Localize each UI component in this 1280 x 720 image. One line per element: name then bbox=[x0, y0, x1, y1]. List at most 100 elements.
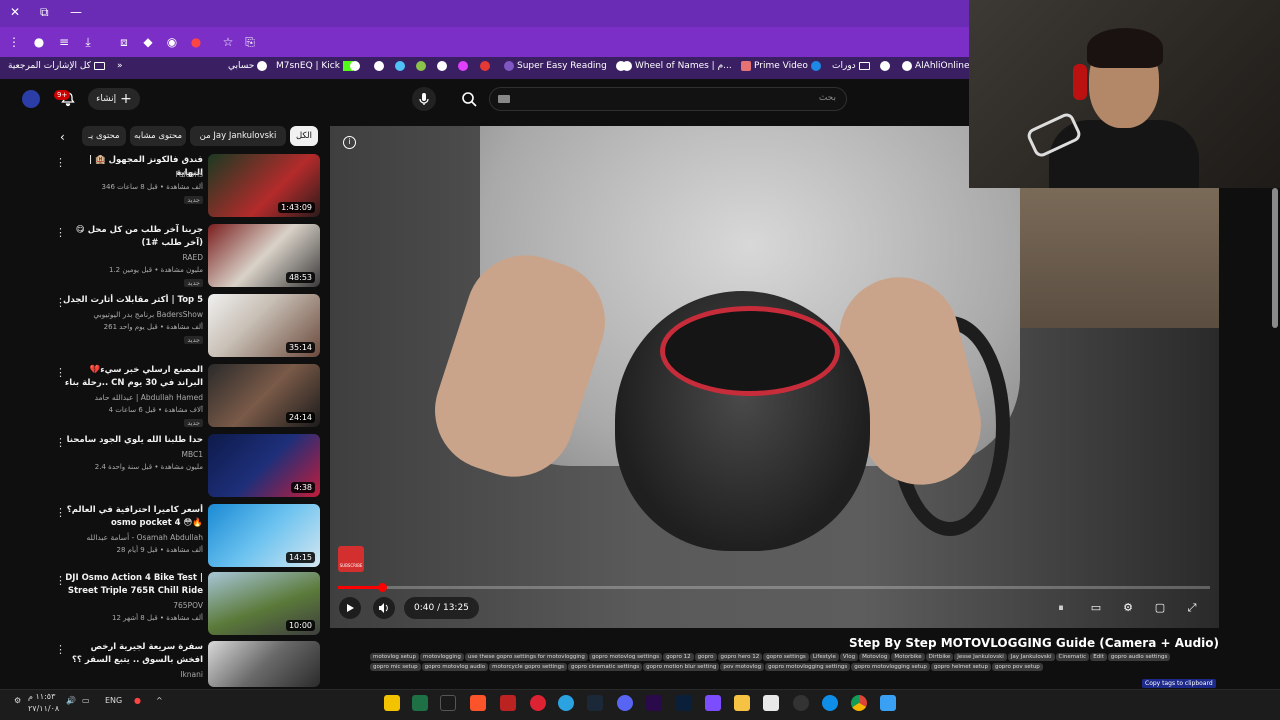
video-tag[interactable]: Dirtbike bbox=[925, 653, 954, 661]
chrome-icon[interactable] bbox=[851, 695, 867, 711]
video-tag[interactable]: gopro cinematic settings bbox=[568, 663, 643, 671]
scrollbar[interactable] bbox=[1272, 188, 1278, 328]
video-tag[interactable]: gopro 12 bbox=[663, 653, 694, 661]
fullscreen-icon[interactable]: ⤢ bbox=[1184, 600, 1200, 616]
bookmark-icon-only[interactable] bbox=[458, 61, 468, 71]
excel-icon[interactable] bbox=[412, 695, 428, 711]
restore-icon[interactable]: ⧉ bbox=[40, 5, 49, 20]
video-tag[interactable]: gopro motovlogging settings bbox=[765, 663, 851, 671]
video-tag[interactable]: gopro mic setup bbox=[370, 663, 421, 671]
play-button[interactable] bbox=[339, 597, 361, 619]
minimize-icon[interactable]: — bbox=[70, 5, 82, 19]
close-icon[interactable]: ✕ bbox=[10, 5, 20, 19]
chip-all[interactable]: الكل bbox=[290, 126, 318, 146]
network-tray-icon[interactable]: ▭ bbox=[82, 696, 90, 705]
video-tag[interactable]: Lifestyle bbox=[809, 653, 839, 661]
video-tag[interactable]: gopro motovlog audio bbox=[421, 663, 489, 671]
theater-mode-icon[interactable]: ▢ bbox=[1152, 600, 1168, 616]
discord-icon[interactable] bbox=[617, 695, 633, 711]
extension-icon[interactable]: ◉ bbox=[164, 34, 180, 50]
extension-icon[interactable]: ◆ bbox=[140, 34, 156, 50]
subtitles-icon[interactable]: ▭ bbox=[1088, 600, 1104, 616]
volume-button[interactable] bbox=[373, 597, 395, 619]
language-indicator[interactable]: ENG bbox=[105, 696, 122, 705]
video-tag[interactable]: gopro bbox=[694, 653, 717, 661]
video-tag[interactable]: Motovlog bbox=[859, 653, 891, 661]
chip-from-channel[interactable]: من Jay Jankulovski bbox=[190, 126, 286, 146]
search-button[interactable] bbox=[456, 87, 484, 111]
bookmark-all[interactable]: كل الإشارات المرجعية bbox=[8, 61, 105, 71]
voice-search-button[interactable] bbox=[412, 87, 436, 111]
info-icon[interactable]: i bbox=[343, 136, 356, 149]
store-icon[interactable] bbox=[763, 695, 779, 711]
video-tag[interactable]: gopro helmet setup bbox=[930, 663, 991, 671]
video-tag[interactable]: motovlog setup bbox=[370, 653, 420, 661]
rec-thumbnail[interactable] bbox=[208, 641, 320, 687]
video-tag[interactable]: Motorbike bbox=[891, 653, 925, 661]
bookmark-icon-only[interactable] bbox=[880, 61, 890, 71]
video-tag[interactable]: gopro motovlogging setup bbox=[851, 663, 930, 671]
video-tag[interactable]: gopro settings bbox=[763, 653, 809, 661]
app-icon[interactable] bbox=[705, 695, 721, 711]
copy-tags-button[interactable]: Copy tags to clipboard bbox=[1142, 679, 1216, 688]
extensions-icon[interactable]: ⧈ bbox=[116, 34, 132, 50]
bookmark-item[interactable]: AlAhliOnline bbox=[902, 61, 970, 71]
rec-thumbnail[interactable]: 24:14 bbox=[208, 364, 320, 427]
bookmarks-chevron[interactable]: » bbox=[117, 61, 123, 71]
video-tag[interactable]: gopro audio settings bbox=[1107, 653, 1171, 661]
settings-gear-icon[interactable]: ⚙ bbox=[1120, 600, 1136, 616]
chevron-left-icon[interactable]: ‹ bbox=[60, 130, 65, 144]
telegram-icon[interactable] bbox=[558, 695, 574, 711]
bookmark-icon-only[interactable] bbox=[350, 61, 360, 71]
premiere-icon[interactable] bbox=[646, 695, 662, 711]
video-tag[interactable]: Jay Jankulovski bbox=[1007, 653, 1055, 661]
steam-icon[interactable] bbox=[587, 695, 603, 711]
video-tag[interactable]: gopro pov setup bbox=[991, 663, 1043, 671]
brave-icon[interactable] bbox=[470, 695, 486, 711]
bookmark-item[interactable]: دورات bbox=[832, 61, 870, 71]
settings-tray-icon[interactable]: ⚙ bbox=[14, 696, 21, 705]
photoshop-icon[interactable] bbox=[676, 695, 692, 711]
list-item[interactable]: ⋮ فندق فالكونز المجهول 🏨 | النهاية Falco… bbox=[55, 154, 320, 222]
video-tag[interactable]: motovlogging bbox=[420, 653, 464, 661]
rec-thumbnail[interactable]: 10:00 bbox=[208, 572, 320, 635]
app-icon[interactable] bbox=[530, 695, 546, 711]
video-tag[interactable]: use these gopro settings for motovloggin… bbox=[464, 653, 588, 661]
mic-tray-icon[interactable]: ● bbox=[134, 696, 141, 705]
bookmark-item[interactable]: Prime Video bbox=[741, 61, 821, 71]
rec-thumbnail[interactable]: 48:53 bbox=[208, 224, 320, 287]
profile-icon[interactable]: ● bbox=[31, 34, 47, 50]
playlist-icon[interactable]: ≡ bbox=[56, 34, 72, 50]
bookmark-icon-only[interactable] bbox=[480, 61, 490, 71]
download-icon[interactable]: ⤓ bbox=[80, 34, 96, 50]
app-icon[interactable] bbox=[384, 695, 400, 711]
bookmark-item[interactable]: Wheel of Names | م... bbox=[622, 61, 732, 71]
chip-more-from[interactable]: محتوى يـ bbox=[82, 126, 126, 146]
video-tag[interactable]: gopro hero 12 bbox=[717, 653, 763, 661]
subscribe-watermark[interactable]: SUBSCRIBE bbox=[338, 546, 364, 572]
app-icon[interactable] bbox=[500, 695, 516, 711]
video-tag[interactable]: Jesse Jankulovski bbox=[954, 653, 1007, 661]
bookmark-item[interactable]: M7snEQ | Kick bbox=[276, 61, 353, 71]
app-icon[interactable] bbox=[793, 695, 809, 711]
video-tag[interactable]: gopro motion blur setting bbox=[643, 663, 720, 671]
search-input[interactable]: بحث bbox=[489, 87, 847, 111]
edge-icon[interactable] bbox=[822, 695, 838, 711]
menu-kebab-icon[interactable]: ⋮ bbox=[6, 34, 22, 50]
extension-icon[interactable]: ● bbox=[188, 34, 204, 50]
cast-icon[interactable]: ⎘ bbox=[242, 34, 258, 50]
list-item[interactable]: ⋮ أسعر كاميرا احترافية في العالم؟ osmo p… bbox=[55, 504, 320, 572]
video-tag[interactable]: pov motovlog bbox=[720, 663, 765, 671]
terminal-icon[interactable] bbox=[440, 695, 456, 711]
list-item[interactable]: ⋮ المصنع ارسلي خبر سيء💔 ..رحلة بناء CN ا… bbox=[55, 364, 320, 432]
video-tag[interactable]: Vlog bbox=[839, 653, 859, 661]
keyboard-icon[interactable] bbox=[498, 95, 510, 103]
list-item[interactable]: ⋮ حدا طلبنا الله يلوي الجود سامحنا MBC1 … bbox=[55, 434, 320, 502]
progress-bar[interactable] bbox=[338, 586, 1210, 589]
bookmark-icon-only[interactable] bbox=[395, 61, 405, 71]
pause-toggle-icon[interactable]: ⏸ bbox=[1053, 600, 1069, 616]
list-item[interactable]: ⋮ سفرة سريعة لجيرية ارخص افخش بالسوق .. … bbox=[55, 641, 320, 687]
bookmark-icon-only[interactable] bbox=[374, 61, 384, 71]
list-item[interactable]: ⋮ DJI Osmo Action 4 Bike Test | Street T… bbox=[55, 572, 320, 640]
rec-thumbnail[interactable]: 4:38 bbox=[208, 434, 320, 497]
